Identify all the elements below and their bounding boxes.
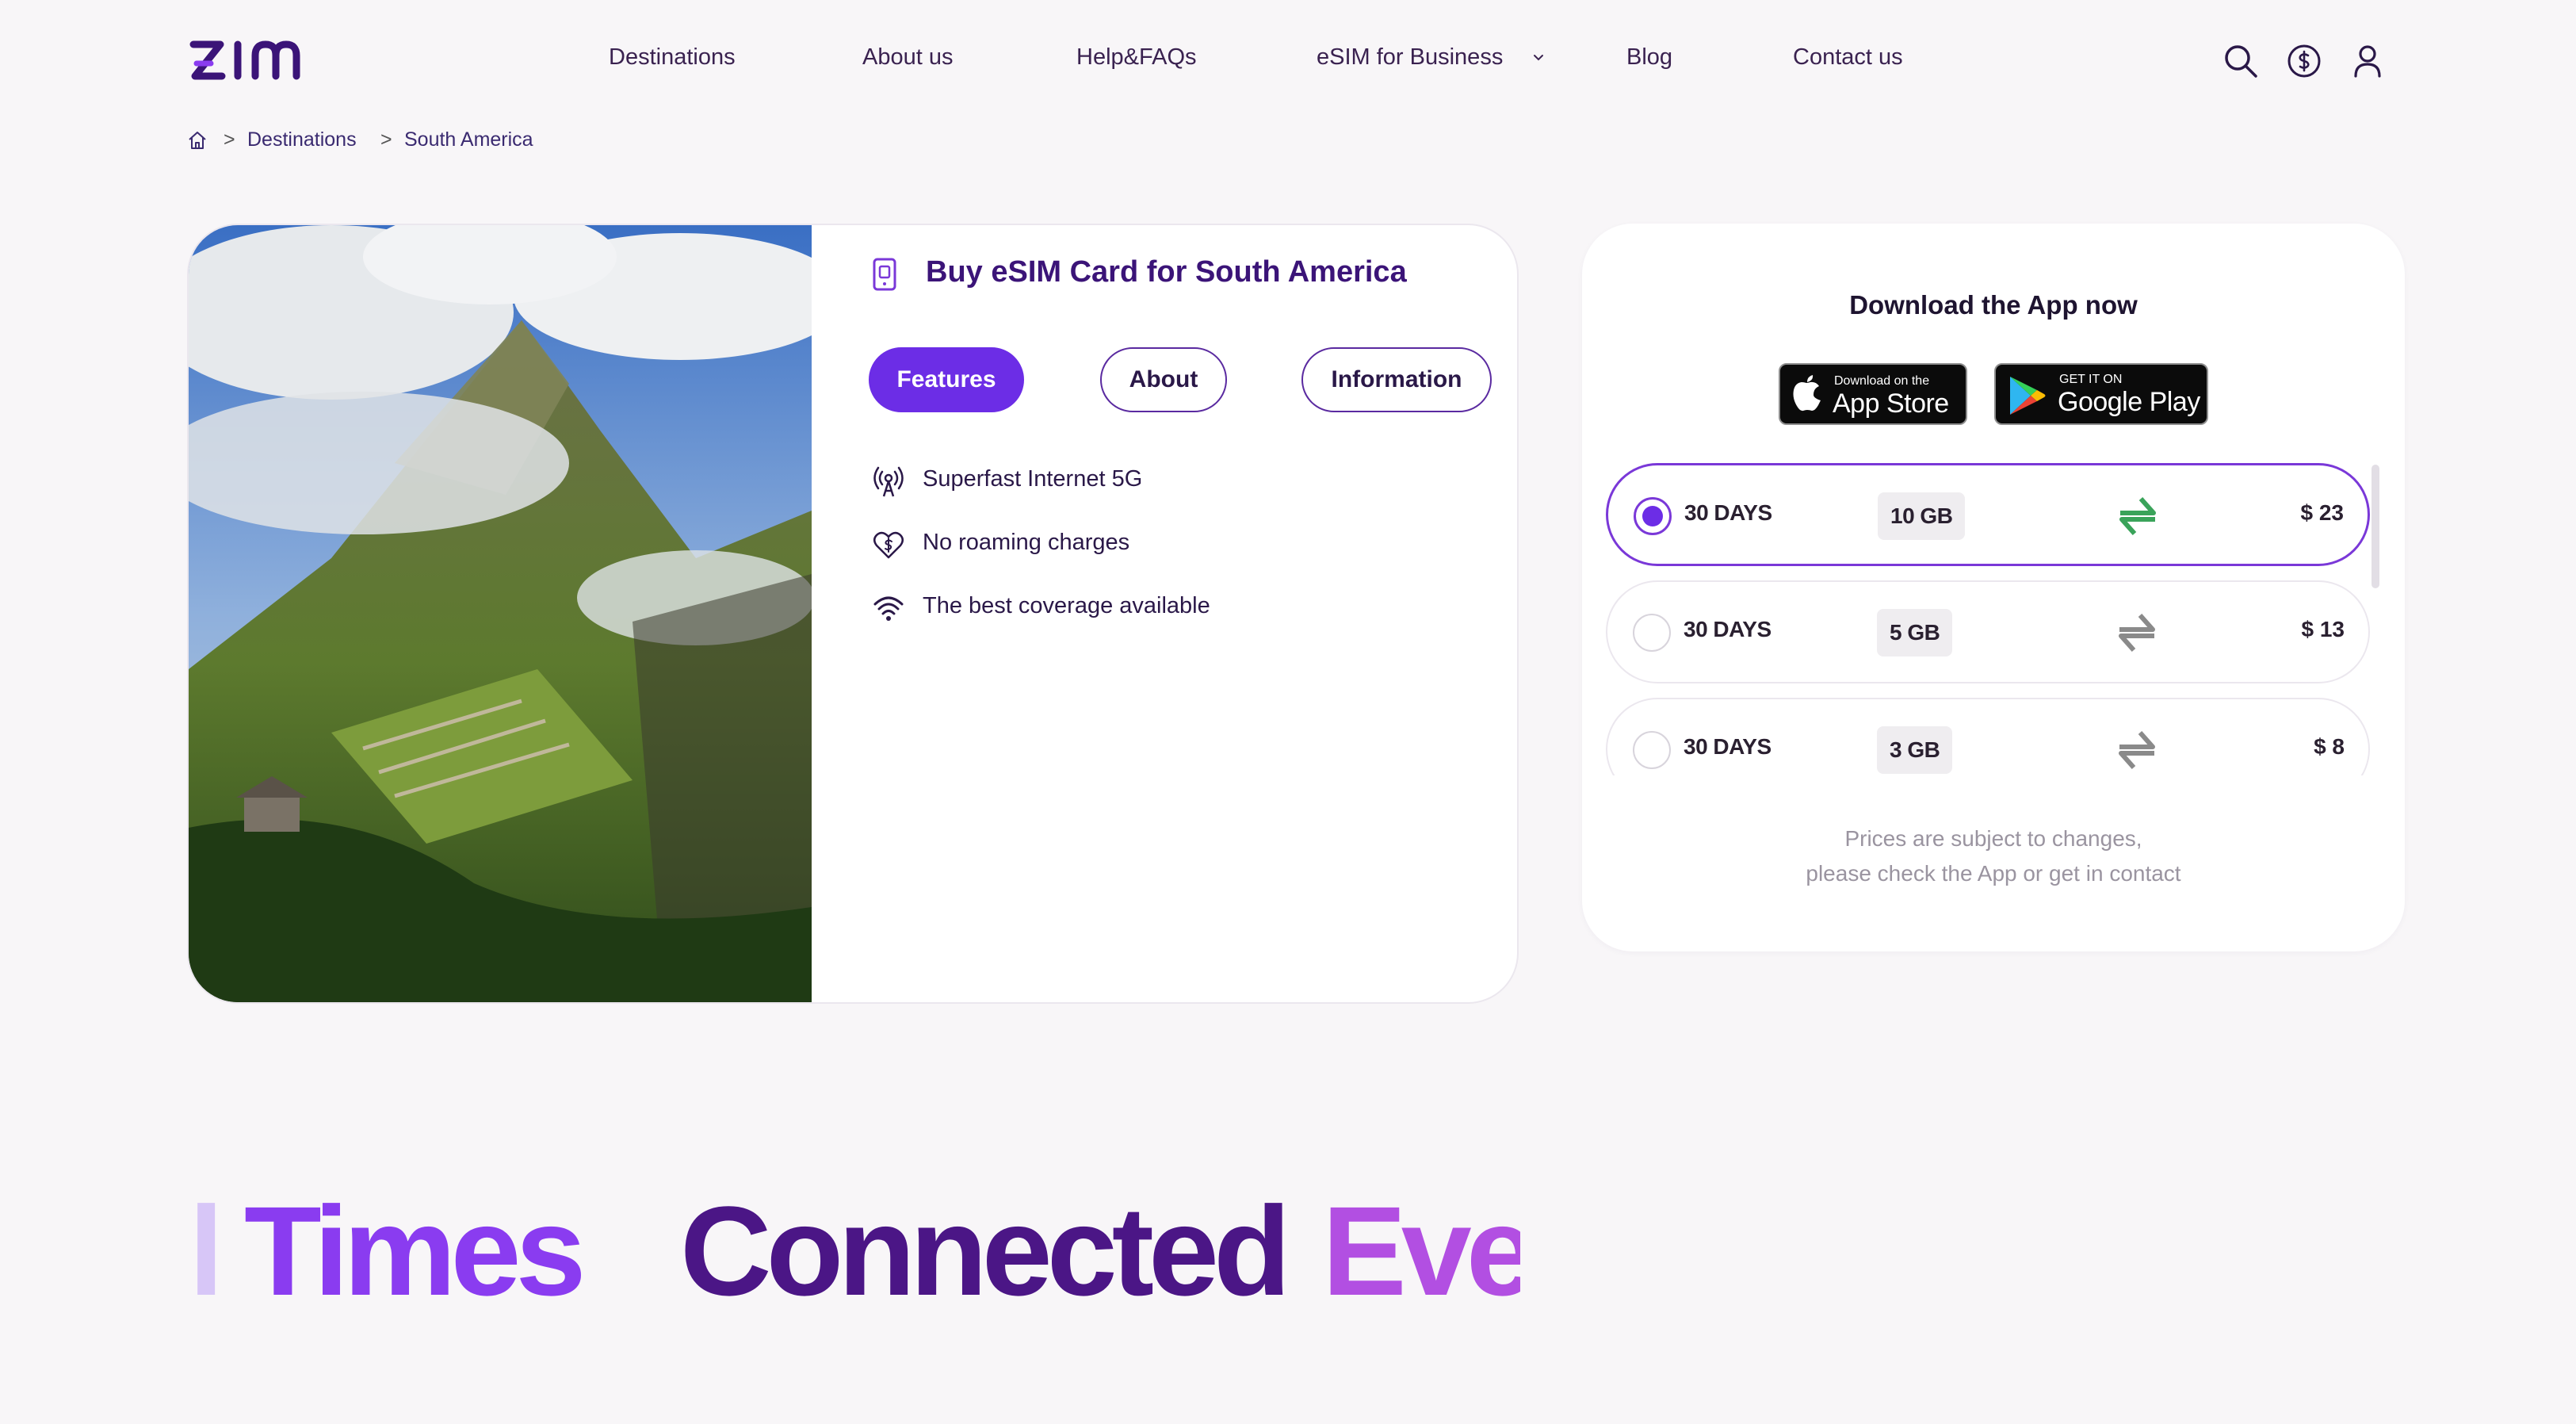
product-card: Buy eSIM Card for South America Features… bbox=[187, 224, 1519, 1004]
price-disclaimer: Prices are subject to changes, please ch… bbox=[1582, 821, 2405, 891]
plan-data: 10 GB bbox=[1878, 492, 1966, 540]
user-icon[interactable] bbox=[2349, 43, 2386, 79]
plan-data: 5 GB bbox=[1877, 609, 1953, 656]
plan-option-3gb[interactable]: 30 DAYS 3 GB $ 8 bbox=[1606, 698, 2370, 775]
plan-radio[interactable] bbox=[1633, 614, 1671, 652]
home-icon[interactable] bbox=[187, 130, 208, 151]
marquee-word: l bbox=[189, 1180, 224, 1322]
marquee-word: Eve bbox=[1322, 1180, 1520, 1322]
price-disclaimer-line-1: Prices are subject to changes, bbox=[1844, 826, 2142, 851]
tab-features[interactable]: Features bbox=[869, 347, 1024, 412]
tab-about[interactable]: About bbox=[1100, 347, 1227, 412]
page-title: Buy eSIM Card for South America bbox=[926, 255, 1407, 289]
destination-photo bbox=[189, 225, 812, 1002]
apple-icon bbox=[1793, 375, 1821, 412]
network-arrows-icon bbox=[2119, 731, 2155, 769]
heart-dollar-icon bbox=[873, 531, 904, 559]
google-play-button[interactable]: GET IT ON Google Play bbox=[1994, 363, 2208, 425]
zim-logo[interactable] bbox=[189, 38, 301, 82]
plan-radio[interactable] bbox=[1633, 731, 1671, 769]
marquee-word: Connected bbox=[680, 1180, 1291, 1322]
nav-contact-us[interactable]: Contact us bbox=[1793, 44, 1903, 71]
feature-5g: Superfast Internet 5G bbox=[923, 466, 1143, 492]
sim-card-icon bbox=[873, 258, 896, 291]
nav-destinations[interactable]: Destinations bbox=[609, 44, 736, 71]
plans-scrollbar[interactable] bbox=[2372, 465, 2379, 588]
nav-blog[interactable]: Blog bbox=[1626, 44, 1672, 71]
antenna-icon bbox=[873, 466, 904, 497]
plan-duration: 30 DAYS bbox=[1684, 734, 1771, 759]
plans-list[interactable]: 30 DAYS 10 GB $ 23 30 DAYS 5 GB $ 13 30 … bbox=[1606, 463, 2378, 775]
app-store-label: App Store bbox=[1833, 389, 1949, 419]
breadcrumb-separator: > bbox=[380, 128, 392, 151]
breadcrumb-separator: > bbox=[224, 128, 235, 151]
network-arrows-icon bbox=[2119, 614, 2155, 652]
marquee-banner: l Times Connected Eve bbox=[189, 1178, 1520, 1329]
google-play-icon bbox=[2010, 377, 2046, 415]
wifi-icon bbox=[873, 596, 904, 621]
feature-coverage: The best coverage available bbox=[923, 593, 1210, 618]
marquee-word: Times bbox=[244, 1180, 587, 1322]
plan-data: 3 GB bbox=[1877, 726, 1953, 774]
network-arrows-icon bbox=[2119, 497, 2156, 535]
download-app-title: Download the App now bbox=[1849, 290, 2138, 320]
breadcrumb-destinations[interactable]: Destinations bbox=[247, 128, 357, 151]
app-store-small-label: Download on the bbox=[1834, 374, 1930, 388]
search-icon[interactable] bbox=[2222, 43, 2259, 79]
plan-price: $ 8 bbox=[2314, 734, 2345, 759]
price-disclaimer-line-2: please check the App or get in contact bbox=[1806, 861, 2181, 886]
feature-no-roaming: No roaming charges bbox=[923, 530, 1130, 555]
plan-radio[interactable] bbox=[1634, 497, 1672, 535]
currency-icon[interactable] bbox=[2286, 43, 2322, 79]
plan-duration: 30 DAYS bbox=[1684, 500, 1772, 525]
plan-price: $ 13 bbox=[2301, 617, 2345, 641]
nav-about-us[interactable]: About us bbox=[862, 44, 953, 71]
pricing-card: Download the App now Download on the App… bbox=[1582, 224, 2405, 951]
plan-option-5gb[interactable]: 30 DAYS 5 GB $ 13 bbox=[1606, 580, 2370, 683]
google-play-small-label: GET IT ON bbox=[2059, 373, 2123, 386]
plan-duration: 30 DAYS bbox=[1684, 617, 1771, 641]
app-store-button[interactable]: Download on the App Store bbox=[1779, 363, 1967, 425]
breadcrumb-south-america[interactable]: South America bbox=[404, 128, 533, 151]
tab-information[interactable]: Information bbox=[1301, 347, 1492, 412]
plan-option-10gb[interactable]: 30 DAYS 10 GB $ 23 bbox=[1606, 463, 2370, 566]
nav-esim-for-business[interactable]: eSIM for Business bbox=[1317, 44, 1503, 71]
google-play-label: Google Play bbox=[2058, 387, 2200, 417]
plan-price: $ 23 bbox=[2300, 500, 2345, 525]
nav-help-faqs[interactable]: Help&FAQs bbox=[1076, 44, 1197, 71]
chevron-down-icon[interactable] bbox=[1531, 51, 1546, 65]
